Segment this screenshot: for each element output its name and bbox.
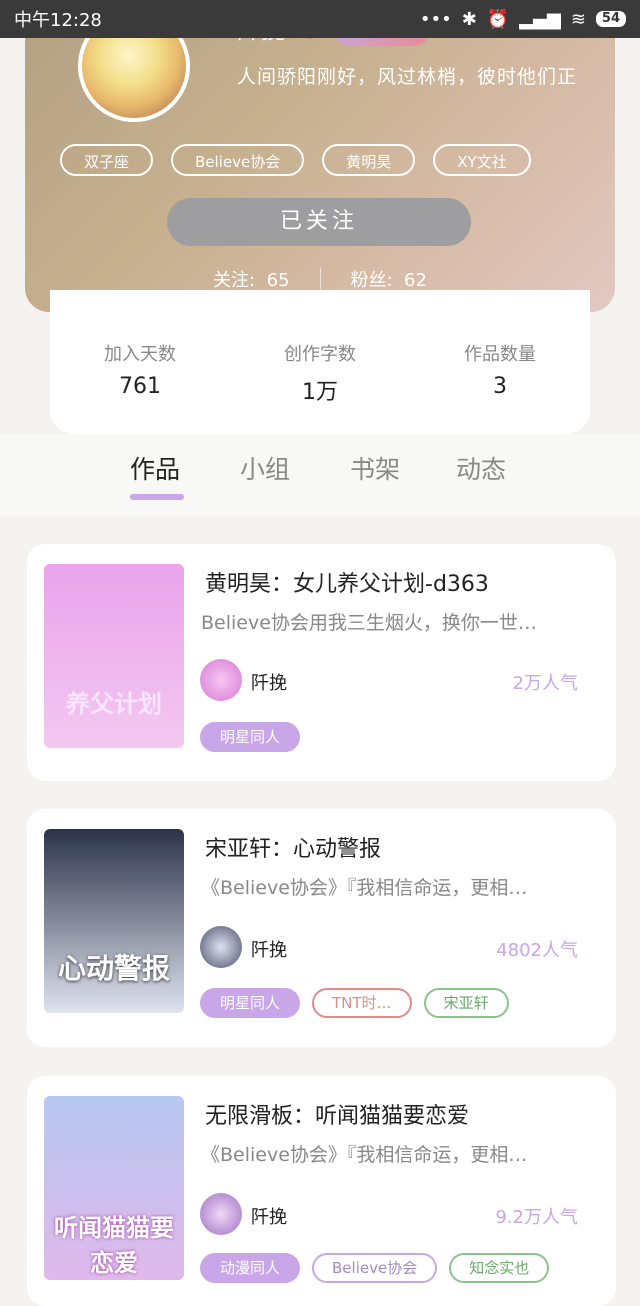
work-card[interactable]: 心动警报 宋亚轩：心动警报 《Believe协会》『我相信命运，更相… 阡挽 4… [27,809,616,1047]
tab-activity[interactable]: 动态 [456,450,506,486]
work-tag[interactable]: 宋亚轩 [423,988,509,1018]
work-description: 《Believe协会》『我相信命运，更相… [201,877,528,899]
work-title[interactable]: 黄明昊：女儿养父计划-d363 [205,566,489,598]
work-tags: 明星同人 TNT时… 宋亚轩 [200,988,509,1018]
popularity: 9.2万人气 [495,1207,578,1228]
more-dots-icon: ••• [419,8,452,30]
stats-card: 加入天数 761 创作字数 1万 作品数量 3 [50,290,590,434]
cover-title: 听闻猫猫要恋爱 [54,1214,174,1277]
author-avatar[interactable] [200,659,242,701]
work-tags: 明星同人 [200,722,301,752]
profile-tag[interactable]: 双子座 [60,144,154,176]
book-cover[interactable]: 听闻猫猫要恋爱 [44,1096,184,1280]
author-avatar[interactable] [200,1193,242,1235]
popularity: 4802人气 [496,940,578,961]
divider [319,268,321,290]
author-name[interactable]: 阡挽 [251,669,287,695]
tab-groups[interactable]: 小组 [240,450,290,486]
stat-label: 创作字数 [284,344,356,365]
popularity: 2万人气 [512,673,578,694]
profile-bio: 人间骄阳刚好，风过林梢，彼时他们正 [237,66,578,88]
stat-join-days: 加入天数 761 [104,340,176,399]
active-tab-indicator [130,494,184,500]
alarm-icon: ⏰ [486,8,510,30]
stat-works-count: 作品数量 3 [464,340,536,399]
following-label: 关注: [213,270,256,291]
book-cover[interactable]: 心动警报 [44,829,184,1013]
work-tag[interactable]: 明星同人 [200,722,301,752]
wifi-icon: ≋ [570,8,586,30]
following-count[interactable]: 关注: 65 [213,266,289,292]
work-card[interactable]: 听闻猫猫要恋爱 无限滑板：听闻猫猫要恋爱 《Believe协会》『我相信命运，更… [27,1076,616,1306]
work-description: Believe协会用我三生烟火，换你一世… [201,612,537,634]
following-value: 65 [266,270,290,291]
cover-title: 心动警报 [57,952,170,985]
follow-button[interactable]: 已关注 [167,198,471,246]
author-name[interactable]: 阡挽 [251,1203,287,1229]
work-card[interactable]: 养父计划 黄明昊：女儿养父计划-d363 Believe协会用我三生烟火，换你一… [27,544,616,781]
stat-word-count: 创作字数 1万 [284,340,356,406]
stat-value: 761 [119,374,161,399]
work-tag[interactable]: 动漫同人 [200,1253,301,1283]
author-avatar[interactable] [200,926,242,968]
author-name[interactable]: 阡挽 [251,936,287,962]
profile-tag[interactable]: XY文社 [433,144,531,176]
work-title[interactable]: 无限滑板：听闻猫猫要恋爱 [205,1098,469,1130]
status-bar: 中午12:28 ••• ✱ ⏰ ▂▄▆ ≋ 54 [0,0,640,38]
tab-works[interactable]: 作品 [130,450,180,486]
fans-count[interactable]: 粉丝: 62 [351,266,427,292]
cover-title: 养父计划 [66,690,162,718]
battery-indicator: 54 [595,11,626,27]
stat-value: 1万 [302,380,338,405]
work-description: 《Believe协会》『我相信命运，更相… [201,1144,528,1166]
follow-counts: 关注: 65 粉丝: 62 [25,266,615,292]
book-cover[interactable]: 养父计划 [44,564,184,748]
stat-label: 作品数量 [464,344,536,365]
work-tags: 动漫同人 Believe协会 知念实也 [200,1253,550,1283]
work-tag[interactable]: TNT时… [312,988,412,1018]
work-tag[interactable]: 知念实也 [449,1253,550,1283]
work-tag[interactable]: Believe协会 [312,1253,438,1283]
signal-icon: ▂▄▆ [519,8,561,30]
status-time: 中午12:28 [14,10,102,31]
profile-tags: 双子座 Believe协会 黄明昊 XY文社 [60,144,531,176]
fans-label: 粉丝: [350,270,393,291]
bluetooth-icon: ✱ [461,8,477,30]
profile-tag[interactable]: 黄明昊 [322,144,416,176]
stat-label: 加入天数 [104,344,176,365]
work-title[interactable]: 宋亚轩：心动警报 [205,831,381,863]
profile-tag[interactable]: Believe协会 [171,144,305,176]
work-tag[interactable]: 明星同人 [200,988,301,1018]
tab-bar: 作品 小组 书架 动态 [0,434,640,516]
profile-header: 阡挽 ♀ Lv3 人间骄阳刚好，风过林梢，彼时他们正 双子座 Believe协会… [25,0,615,312]
tab-bookshelf[interactable]: 书架 [350,450,400,486]
stat-value: 3 [493,374,507,399]
fans-value: 62 [404,270,427,291]
